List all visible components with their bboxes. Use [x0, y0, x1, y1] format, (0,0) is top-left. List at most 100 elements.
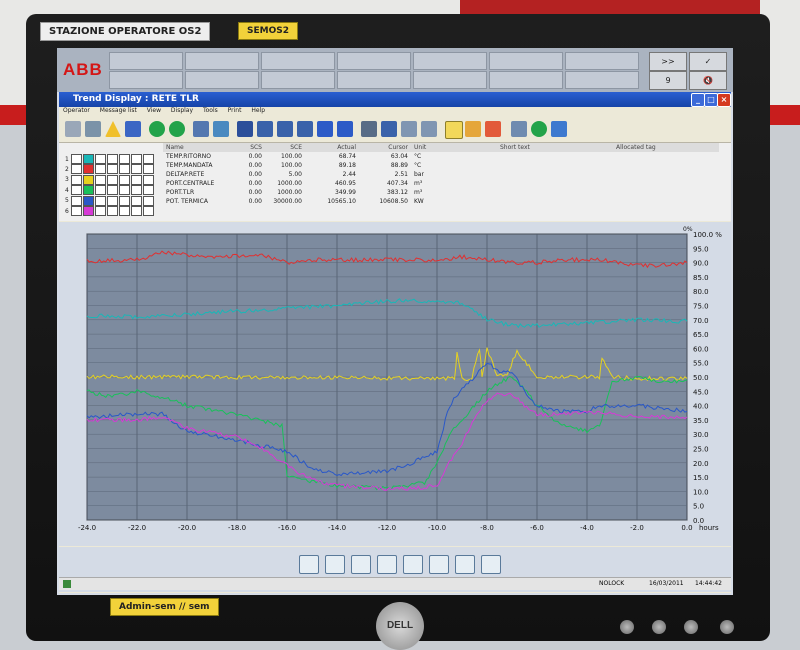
scroll-left-icon[interactable]	[455, 555, 475, 574]
report-icon[interactable]	[213, 121, 229, 137]
acknowledge-icon[interactable]: ✓	[689, 52, 727, 71]
table-row[interactable]: POT. TERMICA 0.00 30000.00 10565.10 10608.50…	[163, 197, 719, 206]
table-row[interactable]: TEMP.MANDATA 0.00 100.00 89.18 88.89 °C	[163, 161, 719, 170]
banner-count-button[interactable]: 9	[649, 71, 687, 90]
zoom-in-icon[interactable]	[325, 555, 345, 574]
trend-toggle-icon[interactable]	[70, 164, 82, 175]
keyboard-icon[interactable]	[361, 121, 377, 137]
zoom-icon[interactable]	[94, 174, 106, 185]
document-icon[interactable]	[193, 121, 209, 137]
zoom-icon[interactable]	[94, 195, 106, 206]
select-checkbox[interactable]	[142, 195, 154, 206]
color-swatch-icon[interactable]	[82, 174, 94, 185]
zoom-icon[interactable]	[94, 164, 106, 175]
alarm-down-icon[interactable]	[485, 121, 501, 137]
table-row[interactable]: DELTAP.RETE 0.00 5.00 2.44 2.51 bar	[163, 170, 719, 179]
scroll-down-icon[interactable]	[118, 154, 130, 164]
scroll-down-icon[interactable]	[118, 195, 130, 206]
table-row[interactable]: PORT.TLR 0.00 1000.00 349.99 383.12 m³	[163, 188, 719, 197]
banner-alarm-cell[interactable]	[261, 52, 335, 70]
banner-alarm-cell[interactable]	[413, 71, 487, 89]
banner-alarm-cell[interactable]	[565, 52, 639, 70]
banner-alarm-cell[interactable]	[413, 52, 487, 70]
scroll-down-icon[interactable]	[118, 185, 130, 196]
color-swatch-icon[interactable]	[82, 195, 94, 206]
menu-operator[interactable]: Operator	[63, 107, 90, 114]
banner-expand-button[interactable]: >>	[649, 52, 687, 71]
scroll-up-icon[interactable]	[130, 195, 142, 206]
display-icon[interactable]	[317, 121, 333, 137]
alarm-list-icon[interactable]	[445, 121, 463, 139]
menu-print[interactable]: Print	[228, 107, 242, 114]
tree-icon[interactable]	[85, 121, 101, 137]
trend-chart[interactable]: -24.0 -22.0 -20.0 -18.0 -16.0 -14.0 -12.0 -10.0…	[59, 222, 731, 546]
banner-alarm-cell[interactable]	[109, 52, 183, 70]
zoom-reset-icon[interactable]	[351, 555, 371, 574]
banner-alarm-cell[interactable]	[109, 71, 183, 89]
grid-icon[interactable]	[65, 121, 81, 137]
menu-tools[interactable]: Tools	[203, 107, 218, 114]
help-icon[interactable]	[551, 121, 567, 137]
select-checkbox[interactable]	[142, 174, 154, 185]
zoom-out-icon[interactable]	[299, 555, 319, 574]
banner-alarm-cell[interactable]	[489, 71, 563, 89]
scroll-up-icon[interactable]	[130, 174, 142, 185]
book-icon[interactable]	[125, 121, 141, 137]
menu-message-list[interactable]: Message list	[100, 107, 137, 114]
maximize-button[interactable]: □	[704, 93, 718, 107]
zoom-time-icon[interactable]	[377, 555, 397, 574]
banner-alarm-cell[interactable]	[337, 52, 411, 70]
zoom-icon[interactable]	[94, 185, 106, 196]
refresh-icon[interactable]	[531, 121, 547, 137]
edit-icon[interactable]	[277, 121, 293, 137]
table-row[interactable]: PORT.CENTRALE 0.00 1000.00 460.95 407.34 m³	[163, 179, 719, 188]
menu-help[interactable]: Help	[251, 107, 265, 114]
banner-alarm-cell[interactable]	[185, 52, 259, 70]
zoom-icon[interactable]	[106, 154, 118, 164]
windows-icon[interactable]	[401, 121, 417, 137]
color-swatch-icon[interactable]	[82, 164, 94, 175]
color-swatch-icon[interactable]	[82, 206, 94, 216]
trend-toggle-icon[interactable]	[70, 195, 82, 206]
forward-arrow-icon[interactable]	[169, 121, 185, 137]
print-icon[interactable]	[381, 121, 397, 137]
color-swatch-icon[interactable]	[82, 185, 94, 196]
table-icon[interactable]	[237, 121, 253, 137]
menu-display[interactable]: Display	[171, 107, 193, 114]
table-row[interactable]: TEMP.RITORNO 0.00 100.00 68.74 63.04 °C	[163, 152, 719, 161]
monitor-button[interactable]	[620, 620, 634, 634]
zoom-icon[interactable]	[106, 185, 118, 196]
silence-horn-icon[interactable]: 🔇	[689, 71, 727, 90]
select-checkbox[interactable]	[142, 206, 154, 216]
zoom-value-icon[interactable]	[403, 555, 423, 574]
scroll-down-icon[interactable]	[118, 206, 130, 216]
select-checkbox[interactable]	[142, 164, 154, 175]
back-arrow-icon[interactable]	[149, 121, 165, 137]
scroll-down-icon[interactable]	[118, 174, 130, 185]
layout-icon[interactable]	[421, 121, 437, 137]
power-button[interactable]	[720, 620, 734, 634]
zoom-icon[interactable]	[106, 195, 118, 206]
close-button[interactable]: ×	[717, 93, 731, 107]
banner-alarm-cell[interactable]	[489, 52, 563, 70]
trend-toggle-icon[interactable]	[70, 174, 82, 185]
monitor-button[interactable]	[684, 620, 698, 634]
banner-alarm-cell[interactable]	[261, 71, 335, 89]
alarm-warning-icon[interactable]	[105, 121, 121, 137]
search-icon[interactable]	[429, 555, 449, 574]
zoom-icon[interactable]	[94, 154, 106, 164]
trend-toggle-icon[interactable]	[70, 206, 82, 216]
config-icon[interactable]	[337, 121, 353, 137]
trend-chart-svg[interactable]: -24.0 -22.0 -20.0 -18.0 -16.0 -14.0 -12.0 -10.0…	[59, 222, 731, 546]
zoom-icon[interactable]	[106, 174, 118, 185]
scroll-up-icon[interactable]	[130, 185, 142, 196]
menu-view[interactable]: View	[147, 107, 161, 114]
zoom-icon[interactable]	[106, 206, 118, 216]
trend-toggle-icon[interactable]	[70, 154, 82, 164]
camera-icon[interactable]	[511, 121, 527, 137]
select-checkbox[interactable]	[142, 154, 154, 164]
alarm-up-icon[interactable]	[465, 121, 481, 137]
color-swatch-icon[interactable]	[82, 154, 94, 164]
zoom-icon[interactable]	[106, 164, 118, 175]
select-checkbox[interactable]	[142, 185, 154, 196]
